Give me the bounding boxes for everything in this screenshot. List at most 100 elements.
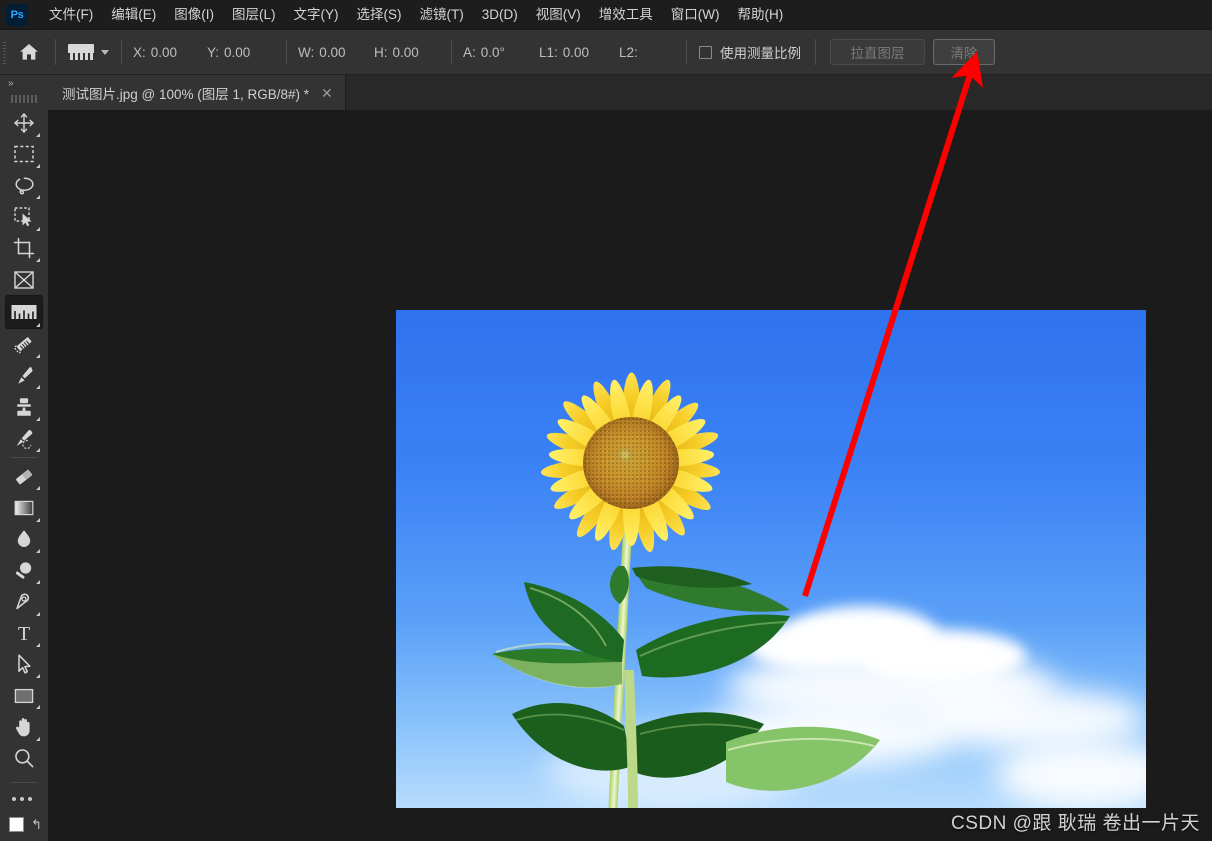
- path-selection-tool[interactable]: [5, 649, 43, 680]
- document-tab[interactable]: 测试图片.jpg @ 100% (图层 1, RGB/8#) * ✕: [48, 75, 346, 110]
- options-divider-2: [121, 39, 122, 65]
- svg-text:T: T: [18, 623, 30, 644]
- crop-icon: [13, 238, 35, 259]
- straighten-layer-button[interactable]: 拉直图层: [830, 39, 925, 65]
- measure-l1[interactable]: L1: 0.00: [534, 45, 614, 60]
- sunflower-photo[interactable]: [396, 310, 1146, 808]
- measure-h[interactable]: H: 0.00: [369, 45, 445, 60]
- measure-w-label: W:: [298, 44, 315, 60]
- measure-angle-label: A:: [463, 44, 476, 60]
- crop-tool[interactable]: [5, 233, 43, 264]
- collapse-panel-button[interactable]: »: [0, 75, 48, 92]
- brush-tool[interactable]: [5, 360, 43, 391]
- measure-l2[interactable]: L2:: [614, 45, 670, 60]
- rectangular-marquee-tool[interactable]: [5, 139, 43, 170]
- measure-x[interactable]: X: 0.00: [128, 45, 202, 60]
- menu-image[interactable]: 图像(I): [165, 3, 223, 27]
- foreground-color-swatch[interactable]: [9, 816, 24, 832]
- close-icon[interactable]: ✕: [321, 86, 333, 100]
- options-bar: X: 0.00 Y: 0.00 W: 0.00 H: 0.00 A: 0.0° …: [0, 29, 1212, 75]
- gradient-tool[interactable]: [5, 492, 43, 523]
- menu-filter[interactable]: 滤镜(T): [411, 3, 473, 27]
- tool-options-corner: [36, 257, 40, 262]
- photoshop-logo-text: Ps: [10, 8, 24, 21]
- tool-options-corner: [36, 163, 40, 168]
- tool-options-corner: [36, 353, 40, 358]
- use-measurement-scale-checkbox[interactable]: 使用测量比例: [693, 42, 807, 62]
- path-arrow-icon: [18, 654, 31, 675]
- menu-window[interactable]: 窗口(W): [662, 3, 729, 27]
- photoshop-logo[interactable]: Ps: [6, 3, 28, 26]
- canvas-area[interactable]: [48, 111, 1212, 841]
- hand-tool[interactable]: [5, 711, 43, 742]
- menu-layer[interactable]: 图层(L): [223, 3, 285, 27]
- blur-droplet-icon: [17, 530, 31, 548]
- menu-type[interactable]: 文字(Y): [285, 3, 348, 27]
- measure-h-label: H:: [374, 44, 388, 60]
- pen-tool[interactable]: [5, 586, 43, 617]
- measure-l1-label: L1:: [539, 44, 558, 60]
- gradient-icon: [14, 500, 34, 516]
- tool-options-corner: [36, 642, 40, 647]
- measure-angle[interactable]: A: 0.0°: [458, 45, 534, 60]
- menu-file[interactable]: 文件(F): [40, 3, 102, 27]
- type-tool[interactable]: T: [5, 618, 43, 649]
- tool-options-corner: [36, 132, 40, 137]
- lasso-tool[interactable]: [5, 170, 43, 201]
- watermark-text: CSDN @跟 耿瑞 卷出一片天: [951, 813, 1200, 834]
- measure-x-value: 0.00: [150, 44, 178, 60]
- tool-options-corner: [36, 322, 40, 327]
- edit-toolbar-button[interactable]: [5, 786, 43, 811]
- frame-tool[interactable]: [5, 264, 43, 295]
- home-icon[interactable]: [9, 30, 49, 75]
- swap-colors-icon[interactable]: ↰: [31, 818, 42, 831]
- options-bar-grip[interactable]: [0, 29, 9, 75]
- type-t-icon: T: [18, 623, 30, 644]
- ellipsis-icon: [12, 796, 16, 801]
- rectangle-tool[interactable]: [5, 680, 43, 711]
- toolbar-divider-2: [11, 782, 37, 784]
- menu-edit[interactable]: 编辑(E): [102, 3, 165, 27]
- chevron-down-icon: [101, 49, 109, 55]
- tools-panel: » T ↰: [0, 75, 48, 841]
- history-brush-tool[interactable]: [5, 423, 43, 454]
- checkbox-box: [699, 45, 712, 59]
- measure-w[interactable]: W: 0.00: [293, 45, 369, 60]
- toolbar-drag-handle[interactable]: [0, 92, 48, 108]
- ruler-tool[interactable]: [5, 295, 43, 329]
- ruler-icon: [11, 304, 37, 319]
- eraser-tool[interactable]: [5, 461, 43, 492]
- measure-y-label: Y:: [207, 44, 220, 60]
- tool-options-corner: [36, 517, 40, 522]
- tool-preset-picker[interactable]: [62, 44, 115, 60]
- zoom-tool[interactable]: [5, 743, 43, 774]
- measure-h-value: 0.00: [392, 44, 419, 60]
- clone-stamp-tool[interactable]: [5, 391, 43, 422]
- tool-options-corner: [36, 385, 40, 390]
- spot-healing-brush-tool[interactable]: [5, 329, 43, 360]
- quick-selection-tool[interactable]: [5, 201, 43, 232]
- menu-select[interactable]: 选择(S): [348, 3, 411, 27]
- options-divider-3: [286, 39, 287, 65]
- menu-view[interactable]: 视图(V): [527, 3, 590, 27]
- photoshop-window: Ps 文件(F) 编辑(E) 图像(I) 图层(L) 文字(Y) 选择(S) 滤…: [0, 0, 1212, 841]
- marquee-icon: [14, 146, 34, 163]
- brush-icon: [18, 366, 33, 384]
- options-divider-1: [55, 39, 56, 65]
- document-tab-title: 测试图片.jpg @ 100% (图层 1, RGB/8#) *: [62, 86, 310, 102]
- options-divider-6: [815, 39, 816, 65]
- clear-button[interactable]: 清除: [933, 39, 995, 65]
- menu-3d[interactable]: 3D(D): [473, 3, 527, 27]
- color-swatches[interactable]: ↰: [0, 812, 48, 841]
- sunflower-head: [539, 371, 721, 554]
- rectangle-icon: [14, 688, 34, 703]
- document-tab-bar: 测试图片.jpg @ 100% (图层 1, RGB/8#) * ✕: [48, 75, 1212, 111]
- menu-plugins[interactable]: 增效工具: [590, 3, 662, 27]
- menu-help[interactable]: 帮助(H): [728, 3, 792, 27]
- use-measurement-scale-label: 使用测量比例: [720, 46, 801, 61]
- measure-y[interactable]: Y: 0.00: [202, 45, 280, 60]
- dodge-tool[interactable]: [5, 555, 43, 586]
- sunflower-disc-center: [617, 448, 634, 463]
- blur-tool[interactable]: [5, 524, 43, 555]
- move-tool[interactable]: [5, 107, 43, 138]
